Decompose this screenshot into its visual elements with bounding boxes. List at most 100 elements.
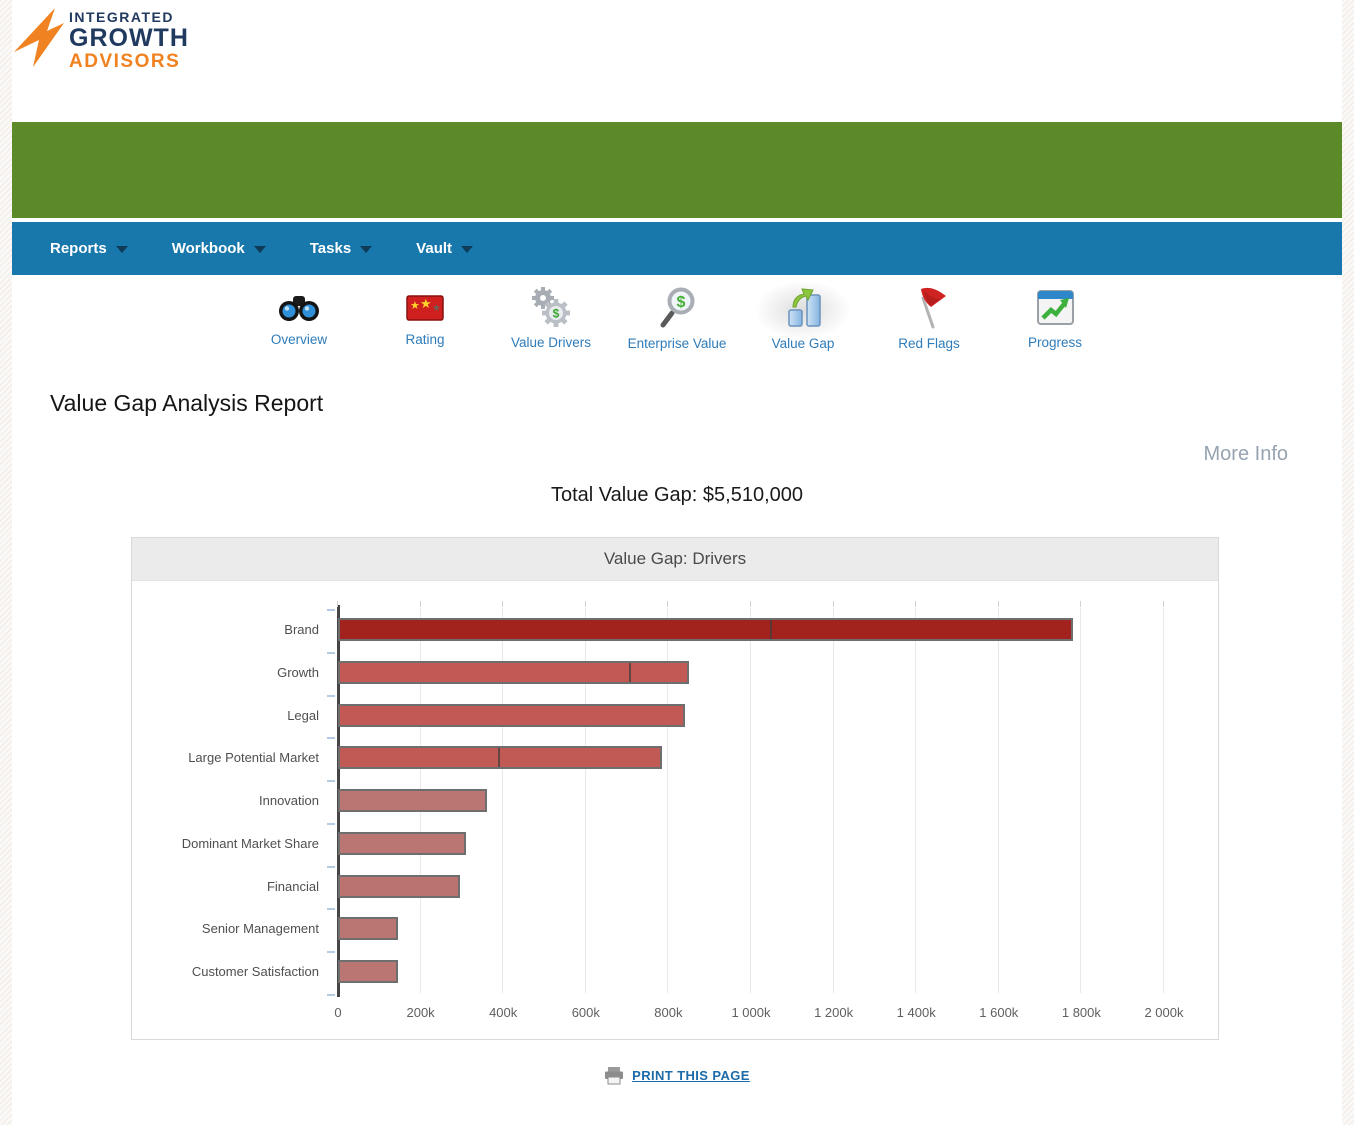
bar-label: Large Potential Market: [188, 750, 319, 766]
svg-text:★: ★: [432, 303, 441, 314]
print-link[interactable]: PRINT THIS PAGE: [0, 1066, 1354, 1085]
nav-item-reports[interactable]: Reports: [50, 240, 128, 257]
axis-tick: [667, 601, 669, 607]
printer-icon: [605, 1067, 624, 1085]
nav-item-label: Workbook: [171, 240, 245, 257]
bar-segment-divider: [498, 748, 501, 768]
axis-tick: [997, 601, 999, 607]
row-tick: [327, 609, 335, 611]
red-flag-icon: [910, 285, 948, 331]
x-tick-label: 0: [334, 1005, 342, 1020]
logo-text-integrated: INTEGRATED: [69, 9, 174, 25]
gridline: [1080, 608, 1082, 993]
bar-label: Legal: [287, 707, 319, 723]
chart-body: 0 200k 400k 600k 800k 1 000k 1 200k 1 400k 1 600…: [132, 581, 1218, 1040]
chart-title: Value Gap: Drivers: [132, 538, 1218, 581]
nav-item-label: Vault: [416, 240, 453, 257]
binoculars-icon: [278, 285, 320, 331]
toolbar-item-label: Rating: [405, 332, 445, 347]
toolbar-item-rating[interactable]: ★ ★ ★ Rating: [362, 281, 488, 351]
axis-tick: [584, 601, 586, 607]
nav-item-vault[interactable]: Vault: [416, 240, 474, 257]
row-tick: [327, 908, 335, 911]
x-tick-label: 1 200k: [814, 1005, 854, 1020]
bar-label: Senior Management: [201, 921, 319, 937]
row-tick: [327, 780, 335, 783]
page-edge-pattern-right: [1342, 0, 1354, 1125]
bar: [338, 703, 685, 727]
row-tick: [327, 865, 335, 868]
x-tick-label: 800k: [654, 1005, 683, 1020]
bar-label: Dominant Market Share: [181, 835, 319, 851]
x-tick-label: 2 000k: [1144, 1005, 1184, 1020]
nav-item-label: Reports: [50, 240, 107, 257]
toolbar-item-label: Value Gap: [771, 336, 835, 351]
chevron-down-icon: [253, 246, 266, 253]
x-tick-label: 1 600k: [979, 1005, 1019, 1020]
logo-text-growth: GROWTH: [69, 24, 189, 52]
nav-item-workbook[interactable]: Workbook: [172, 240, 266, 257]
bar: [338, 618, 1074, 641]
plot-area: 0 200k 400k 600k 800k 1 000k 1 200k 1 400k 1 600…: [182, 601, 1184, 1020]
axis-tick: [419, 601, 421, 607]
axis-tick: [750, 601, 751, 607]
chart-panel: Value Gap: Drivers 0 200k 400k 600k 800k 1 00…: [131, 537, 1219, 1040]
toolbar-item-overview[interactable]: Overview: [236, 281, 362, 351]
gridline: [997, 608, 999, 993]
nav-item-label: Tasks: [309, 240, 352, 257]
toolbar-item-red-flags[interactable]: Red Flags: [866, 281, 992, 351]
axis-tick: [1080, 601, 1082, 607]
report-toolbar: Overview ★ ★ ★ Rating $ Value Drivers $ …: [12, 281, 1342, 351]
toolbar-item-label: Progress: [1027, 335, 1083, 350]
print-link-label: PRINT THIS PAGE: [632, 1068, 750, 1083]
row-tick: [327, 951, 335, 954]
gridline: [1163, 608, 1164, 993]
page-title: Value Gap Analysis Report: [50, 390, 324, 416]
bar: [338, 789, 487, 813]
toolbar-item-value-drivers[interactable]: $ Value Drivers: [488, 281, 614, 351]
total-value-gap: Total Value Gap: $5,510,000: [550, 484, 804, 506]
page: INTEGRATED GROWTH ADVISORS Reports Workb…: [0, 0, 1354, 1125]
gridline: [750, 608, 751, 993]
x-tick-label: 600k: [571, 1005, 600, 1020]
toolbar-item-value-gap[interactable]: Value Gap: [740, 281, 866, 351]
x-tick-label: 1 800k: [1061, 1005, 1101, 1020]
bar-label: Financial: [266, 878, 319, 894]
star-rating-icon: ★ ★ ★: [405, 285, 445, 331]
svg-text:★: ★: [410, 300, 420, 312]
chevron-down-icon: [461, 246, 474, 253]
chevron-down-icon: [360, 246, 373, 253]
bar-segment-divider: [770, 620, 773, 639]
toolbar-item-label: Overview: [270, 332, 328, 347]
x-tick-label: 1 400k: [896, 1005, 936, 1020]
bar-label: Brand: [284, 622, 319, 637]
nav-item-tasks[interactable]: Tasks: [309, 240, 373, 257]
bar-chart-arrow-icon: [780, 285, 826, 331]
bar: [338, 660, 690, 684]
toolbar-item-progress[interactable]: Progress: [992, 281, 1118, 351]
logo-text-advisors: ADVISORS: [69, 51, 181, 72]
x-tick-label: 1 000k: [731, 1005, 771, 1020]
row-tick: [327, 822, 335, 825]
more-info-link[interactable]: More Info: [1204, 443, 1288, 466]
bar: [338, 746, 663, 770]
magnifier-dollar-icon: $: [656, 285, 698, 331]
toolbar-item-label: Red Flags: [898, 336, 960, 351]
progress-chart-icon: [1034, 285, 1076, 331]
svg-text:$: $: [677, 294, 686, 311]
axis-tick: [502, 601, 504, 607]
row-tick: [327, 994, 335, 997]
bar-label: Growth: [277, 664, 319, 680]
bar: [338, 917, 398, 941]
page-edge-pattern-left: [0, 0, 12, 1125]
toolbar-item-label: Value Drivers: [510, 335, 592, 350]
x-tick-label: 200k: [406, 1005, 435, 1020]
main-nav: Reports Workbook Tasks Vault: [12, 222, 1342, 275]
axis-tick: [337, 601, 338, 607]
row-tick: [327, 651, 335, 654]
chevron-down-icon: [115, 246, 128, 253]
gridline: [915, 608, 917, 993]
toolbar-item-enterprise-value[interactable]: $ Enterprise Value: [614, 281, 740, 351]
svg-text:$: $: [553, 307, 560, 321]
axis-tick: [1163, 601, 1164, 607]
